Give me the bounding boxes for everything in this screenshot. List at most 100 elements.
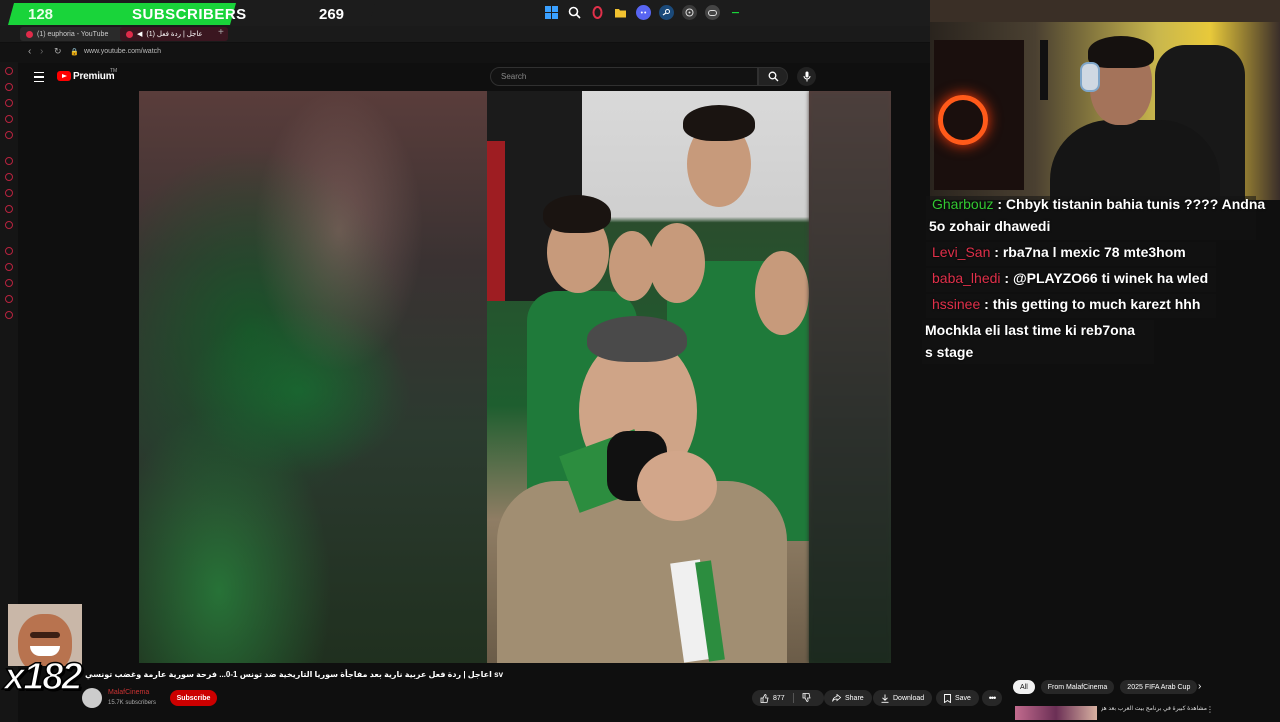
- chat-username: hssinee: [932, 296, 981, 312]
- sidebar-item-icon[interactable]: [5, 115, 13, 123]
- share-label: Share: [845, 694, 864, 702]
- microphone-stand: [1040, 40, 1048, 100]
- sidebar-item-icon[interactable]: [5, 295, 13, 303]
- like-count: 877: [773, 694, 785, 702]
- blurred-background-left: [139, 91, 487, 663]
- chat-username: Gharbouz: [932, 196, 994, 212]
- file-explorer-icon[interactable]: [613, 5, 628, 20]
- streamer-hair: [1088, 36, 1154, 68]
- subscriber-count: 128: [28, 6, 54, 23]
- menu-icon[interactable]: [34, 72, 44, 82]
- sidebar-item-icon[interactable]: [5, 99, 13, 107]
- stadium-red-panel: [487, 141, 505, 301]
- sidebar-item-icon[interactable]: [5, 263, 13, 271]
- chat-message: Gharbouz : Chbyk tistanin bahia tunis ??…: [932, 196, 1265, 212]
- more-actions-button[interactable]: •••: [982, 690, 1002, 706]
- recommendation-chips: All From MalafCinema 2025 FIFA Arab Cup: [1013, 680, 1198, 694]
- back-icon[interactable]: ‹: [28, 46, 31, 57]
- subscriber-goal: 269: [319, 6, 345, 23]
- sidebar-item-icon[interactable]: [5, 67, 13, 75]
- recommended-video-title[interactable]: مشاهدة كبيرة في برنامج بيت العرب بعد هزي…: [1101, 705, 1207, 712]
- lock-icon[interactable]: 🔒: [70, 48, 79, 56]
- sidebar-item-icon[interactable]: [5, 131, 13, 139]
- search-input[interactable]: Search: [490, 67, 758, 86]
- chat-message: hssinee : this getting to much karezt hh…: [932, 296, 1200, 312]
- windows-icon[interactable]: [544, 5, 559, 20]
- chevron-right-icon[interactable]: ›: [1198, 681, 1201, 692]
- sidebar-item-icon[interactable]: [5, 205, 13, 213]
- chat-message: Mochkla eli last time ki reb7ona: [925, 322, 1135, 338]
- youtube-favicon-icon: [126, 30, 133, 38]
- fan-jacket: [497, 481, 787, 663]
- trademark-label: TM: [110, 68, 118, 74]
- video-frame: [487, 91, 809, 663]
- voice-search-button[interactable]: [797, 67, 816, 86]
- player-hair: [683, 105, 755, 141]
- youtube-logo-icon[interactable]: [57, 71, 71, 81]
- reload-icon[interactable]: ↻: [54, 46, 62, 57]
- sidebar-item-icon[interactable]: [5, 83, 13, 91]
- sidebar-item-icon[interactable]: [5, 173, 13, 181]
- new-tab-icon[interactable]: +: [218, 27, 224, 38]
- download-button[interactable]: Download: [873, 690, 933, 706]
- tab-label: (1) عاجل | ردة فعل: [146, 31, 203, 38]
- tab-current-video[interactable]: ◀ (1) عاجل | ردة فعل: [120, 27, 228, 41]
- opera-gx-icon[interactable]: [590, 5, 605, 20]
- player-hair: [543, 195, 611, 233]
- chip-all[interactable]: All: [1013, 680, 1035, 694]
- sidebar-item-icon[interactable]: [5, 189, 13, 197]
- chat-message: 5o zohair dhawedi: [929, 218, 1050, 234]
- chat-text: Mochkla eli last time ki reb7ona: [925, 322, 1136, 338]
- more-vertical-icon[interactable]: ⋮: [1206, 705, 1214, 714]
- chip-from-channel[interactable]: From MalafCinema: [1040, 680, 1115, 694]
- like-button[interactable]: 877: [760, 693, 785, 703]
- youtube-premium-label[interactable]: Premium: [73, 71, 115, 82]
- headset-icon: [1080, 62, 1100, 92]
- share-button[interactable]: Share: [824, 690, 872, 706]
- address-bar: ‹ › ↻ 🔒 www.youtube.com/watch: [0, 43, 930, 63]
- recommended-video-thumbnail[interactable]: [1015, 706, 1097, 720]
- sidebar-item-icon[interactable]: [5, 221, 13, 229]
- steam-icon[interactable]: [659, 5, 674, 20]
- sidebar-item-icon[interactable]: [5, 247, 13, 255]
- dislike-button[interactable]: [802, 692, 811, 704]
- blurred-background-right: [809, 91, 891, 663]
- youtube-header: Premium TM Search: [18, 63, 930, 91]
- bookmark-icon: [944, 693, 951, 703]
- chat-username: baba_lhedi: [932, 270, 1001, 286]
- chat-username: Levi_San: [932, 244, 991, 260]
- sidebar-item-icon[interactable]: [5, 279, 13, 287]
- chat-message: baba_lhedi : @PLAYZO66 ti winek ha wled: [932, 270, 1208, 286]
- channel-avatar[interactable]: [82, 688, 102, 708]
- sidebar-item-icon[interactable]: [5, 311, 13, 319]
- channel-subscribers: 15.7K subscribers: [108, 700, 157, 706]
- subscribe-button[interactable]: Subscribe: [170, 690, 217, 706]
- minus-icon[interactable]: [728, 5, 743, 20]
- subscriber-label: SUBSCRIBERS: [132, 6, 247, 23]
- url-field[interactable]: www.youtube.com/watch: [84, 48, 161, 55]
- fan-hand: [637, 451, 717, 521]
- search-button[interactable]: [758, 67, 788, 86]
- chat-text: : this getting to much karezt hhh: [984, 296, 1201, 312]
- search-icon[interactable]: [567, 5, 582, 20]
- forward-icon[interactable]: ›: [40, 46, 43, 57]
- obs-icon[interactable]: [682, 5, 697, 20]
- like-dislike-group: 877: [752, 690, 824, 706]
- player-face: [755, 251, 809, 335]
- sidebar-item-icon[interactable]: [5, 157, 13, 165]
- controller-icon[interactable]: [705, 5, 720, 20]
- chip-fifa-arab-cup[interactable]: 2025 FIFA Arab Cup: [1120, 680, 1198, 694]
- tab-euphoria[interactable]: (1) euphoria - YouTube: [20, 27, 126, 41]
- tab-label: (1) euphoria - YouTube: [37, 30, 109, 38]
- discord-icon[interactable]: [636, 5, 651, 20]
- chat-text: : Chbyk tistanin bahia tunis ???? Andna: [997, 196, 1266, 212]
- audio-icon[interactable]: ◀: [137, 30, 142, 38]
- emote-combo-count: x182: [3, 655, 83, 699]
- youtube-favicon-icon: [26, 30, 33, 38]
- save-button[interactable]: Save: [936, 690, 979, 706]
- stream-chat: Gharbouz : Chbyk tistanin bahia tunis ??…: [922, 196, 1280, 366]
- video-title: sv اعاجل | ردة فعل عربية نارية بعد مفاجأ…: [85, 670, 504, 679]
- streamer-webcam: [930, 0, 1280, 200]
- channel-name[interactable]: MalafCinema: [108, 689, 149, 696]
- video-player[interactable]: [139, 91, 891, 663]
